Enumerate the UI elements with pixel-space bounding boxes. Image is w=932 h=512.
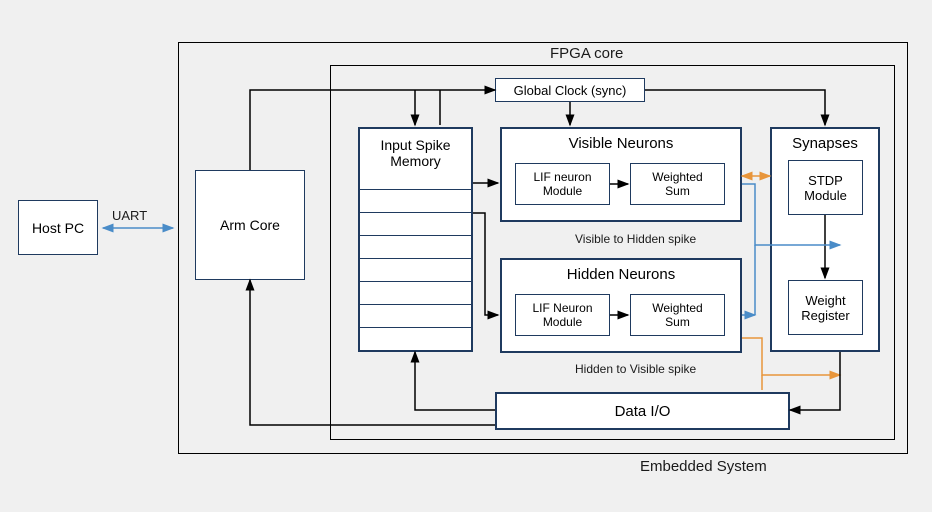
input-spike-memory-box: Input Spike Memory xyxy=(358,127,473,352)
stdp-label: STDP Module xyxy=(804,173,847,203)
synapses-title: Synapses xyxy=(792,135,858,152)
visible-lif-label: LIF neuron Module xyxy=(533,170,591,198)
global-clock-label: Global Clock (sync) xyxy=(514,83,627,98)
data-io-box: Data I/O xyxy=(495,392,790,430)
fpga-core-label: FPGA core xyxy=(550,45,623,62)
data-io-label: Data I/O xyxy=(615,403,671,420)
hidden-wsum-box: Weighted Sum xyxy=(630,294,725,336)
arm-core-label: Arm Core xyxy=(220,217,280,233)
host-pc-box: Host PC xyxy=(18,200,98,255)
weight-register-label: Weight Register xyxy=(801,293,849,323)
visible-neurons-title: Visible Neurons xyxy=(569,135,674,152)
hidden-to-visible-label: Hidden to Visible spike xyxy=(575,362,696,376)
hidden-lif-box: LIF Neuron Module xyxy=(515,294,610,336)
visible-to-hidden-label: Visible to Hidden spike xyxy=(575,232,696,246)
visible-wsum-label: Weighted Sum xyxy=(652,170,702,198)
hidden-wsum-label: Weighted Sum xyxy=(652,301,702,329)
weight-register-box: Weight Register xyxy=(788,280,863,335)
input-spike-memory-label: Input Spike Memory xyxy=(380,137,450,169)
hidden-neurons-title: Hidden Neurons xyxy=(567,266,675,283)
uart-label: UART xyxy=(112,208,147,223)
visible-lif-box: LIF neuron Module xyxy=(515,163,610,205)
stdp-box: STDP Module xyxy=(788,160,863,215)
global-clock-box: Global Clock (sync) xyxy=(495,78,645,102)
hidden-lif-label: LIF Neuron Module xyxy=(532,301,592,329)
visible-wsum-box: Weighted Sum xyxy=(630,163,725,205)
host-pc-label: Host PC xyxy=(32,220,84,236)
embedded-system-label: Embedded System xyxy=(640,458,767,475)
arm-core-box: Arm Core xyxy=(195,170,305,280)
